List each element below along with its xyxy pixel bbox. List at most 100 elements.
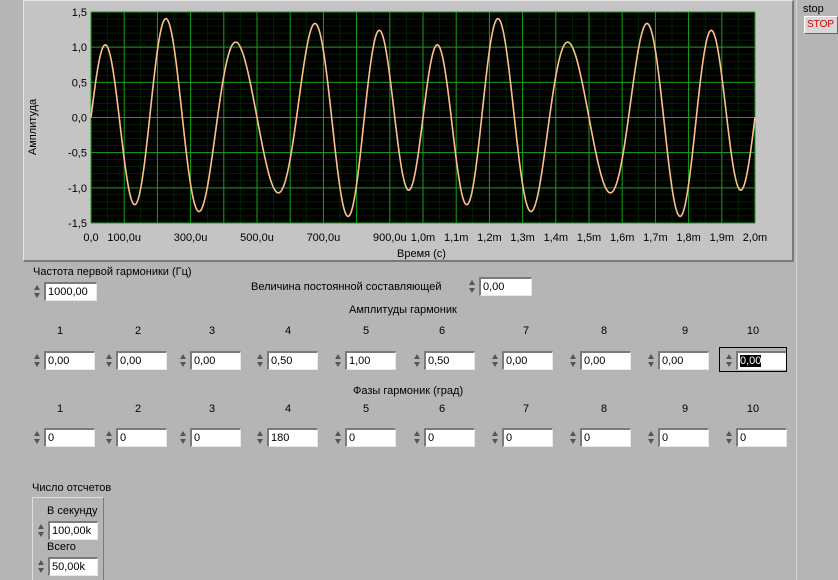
amps-control-2[interactable]: 0,00 (105, 351, 167, 370)
phases-input-9[interactable]: 0 (658, 428, 709, 447)
phases-input-8[interactable]: 0 (580, 428, 631, 447)
phases-input-4[interactable]: 180 (267, 428, 318, 447)
spin-arrows-icon[interactable] (37, 523, 46, 539)
x-tick-label: 1,5m (577, 232, 601, 244)
amps-input-6[interactable]: 0,50 (424, 351, 475, 370)
stop-button[interactable]: STOP (804, 16, 838, 34)
amps-input-1[interactable]: 0,00 (44, 351, 95, 370)
spin-arrows-icon[interactable] (179, 430, 188, 446)
spin-arrows-icon[interactable] (647, 430, 656, 446)
freq-control[interactable]: 1000,00 (33, 282, 97, 301)
spin-arrows-icon[interactable] (33, 284, 42, 300)
phases-control-9[interactable]: 0 (647, 428, 709, 447)
phases-input-6[interactable]: 0 (424, 428, 475, 447)
amps-control-4[interactable]: 0,50 (256, 351, 318, 370)
phases-control-5[interactable]: 0 (334, 428, 396, 447)
amps-header-6: 6 (438, 325, 446, 337)
amps-control-6[interactable]: 0,50 (413, 351, 475, 370)
spin-arrows-icon[interactable] (37, 559, 46, 575)
dc-label: Величина постоянной составляющей (251, 281, 442, 293)
amps-control-1[interactable]: 0,00 (33, 351, 95, 370)
amps-control-9[interactable]: 0,00 (647, 351, 709, 370)
amps-header-2: 2 (134, 325, 142, 337)
focus-frame (719, 347, 787, 372)
x-tick-label: 1,0m (411, 232, 435, 244)
spin-arrows-icon[interactable] (105, 430, 114, 446)
spin-arrows-icon[interactable] (569, 430, 578, 446)
stop-caption: stop (803, 3, 824, 15)
x-tick-label: 1,6m (610, 232, 634, 244)
spin-arrows-icon[interactable] (256, 430, 265, 446)
phases-control-7[interactable]: 0 (491, 428, 553, 447)
phases-input-7[interactable]: 0 (502, 428, 553, 447)
spin-arrows-icon[interactable] (33, 430, 42, 446)
x-tick-label: 100,0u (107, 232, 141, 244)
spin-arrows-icon[interactable] (725, 430, 734, 446)
phases-control-4[interactable]: 180 (256, 428, 318, 447)
spin-arrows-icon[interactable] (334, 353, 343, 369)
phases-input-5[interactable]: 0 (345, 428, 396, 447)
phases-input-2[interactable]: 0 (116, 428, 167, 447)
x-tick-label: 500,0u (240, 232, 274, 244)
samples-total-control[interactable]: 50,00k (37, 557, 99, 576)
x-tick-label: 900,0u (373, 232, 407, 244)
amps-control-3[interactable]: 0,00 (179, 351, 241, 370)
amps-input-4[interactable]: 0,50 (267, 351, 318, 370)
samples-per-second-input[interactable]: 100,00k (48, 521, 98, 540)
x-tick-label: 1,3m (510, 232, 534, 244)
panel-divider (796, 0, 797, 580)
phases-input-1[interactable]: 0 (44, 428, 95, 447)
samples-total-input[interactable]: 50,00k (48, 557, 98, 576)
spin-arrows-icon[interactable] (33, 353, 42, 369)
y-tick-label: -0,5 (68, 148, 87, 160)
spin-arrows-icon[interactable] (179, 353, 188, 369)
phases-control-3[interactable]: 0 (179, 428, 241, 447)
amps-input-9[interactable]: 0,00 (658, 351, 709, 370)
spin-arrows-icon[interactable] (105, 353, 114, 369)
amps-control-8[interactable]: 0,00 (569, 351, 631, 370)
spin-arrows-icon[interactable] (491, 353, 500, 369)
spin-arrows-icon[interactable] (647, 353, 656, 369)
x-tick-label: 1,2m (477, 232, 501, 244)
phases-header-4: 4 (284, 403, 292, 415)
spin-arrows-icon[interactable] (413, 353, 422, 369)
dc-control[interactable]: 0,00 (468, 277, 532, 296)
phases-header-7: 7 (522, 403, 530, 415)
spin-arrows-icon[interactable] (569, 353, 578, 369)
x-tick-label: 700,0u (307, 232, 341, 244)
amps-header-1: 1 (56, 325, 64, 337)
phases-control-10[interactable]: 0 (725, 428, 787, 447)
phases-control-1[interactable]: 0 (33, 428, 95, 447)
amps-input-3[interactable]: 0,00 (190, 351, 241, 370)
spin-arrows-icon[interactable] (334, 430, 343, 446)
amps-input-8[interactable]: 0,00 (580, 351, 631, 370)
dc-input[interactable]: 0,00 (479, 277, 532, 296)
samples-total-label: Всего (47, 541, 76, 553)
x-tick-label: 1,9m (710, 232, 734, 244)
x-tick-label: 1,7m (643, 232, 667, 244)
phases-header-9: 9 (681, 403, 689, 415)
amps-header-10: 10 (746, 325, 760, 337)
amps-input-7[interactable]: 0,00 (502, 351, 553, 370)
amps-header-9: 9 (681, 325, 689, 337)
phases-header-10: 10 (746, 403, 760, 415)
spin-arrows-icon[interactable] (413, 430, 422, 446)
phases-control-8[interactable]: 0 (569, 428, 631, 447)
amps-input-2[interactable]: 0,00 (116, 351, 167, 370)
phases-input-3[interactable]: 0 (190, 428, 241, 447)
spin-arrows-icon[interactable] (256, 353, 265, 369)
samples-per-second-control[interactable]: 100,00k (37, 521, 99, 540)
phases-control-2[interactable]: 0 (105, 428, 167, 447)
phases-control-6[interactable]: 0 (413, 428, 475, 447)
freq-input[interactable]: 1000,00 (44, 282, 97, 301)
amps-input-5[interactable]: 1,00 (345, 351, 396, 370)
x-tick-label: 1,1m (444, 232, 468, 244)
spin-arrows-icon[interactable] (468, 279, 477, 295)
phases-input-10[interactable]: 0 (736, 428, 787, 447)
x-tick-label: 0,0 (83, 232, 98, 244)
amps-header-7: 7 (522, 325, 530, 337)
amps-control-5[interactable]: 1,00 (334, 351, 396, 370)
spin-arrows-icon[interactable] (491, 430, 500, 446)
amps-header-5: 5 (362, 325, 370, 337)
amps-control-7[interactable]: 0,00 (491, 351, 553, 370)
